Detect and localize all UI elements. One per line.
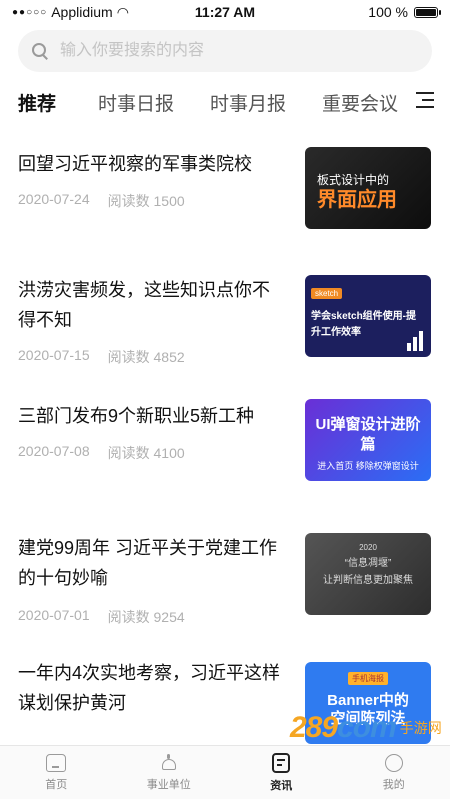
- article-meta: 2020-07-08 阅读数 4100: [18, 443, 185, 463]
- thumb-tag: sketch: [311, 288, 342, 299]
- article-thumbnail: 2020 “信息凋堰” 让判断信息更加聚焦: [305, 533, 431, 615]
- article-reads: 阅读数 4100: [108, 443, 185, 463]
- watermark-mark: 289com: [290, 711, 396, 745]
- thumb-line2: 让判断信息更加聚焦: [313, 571, 423, 586]
- article-title: 一年内4次实地考察，习近平这样谋划保护黄河: [18, 658, 280, 718]
- thumb-line2: 进入首页 移除权弹窗设计: [313, 459, 423, 472]
- tabbar-label: 我的: [383, 776, 405, 792]
- article-item[interactable]: 建党99周年 习近平关于党建工作的十句妙喻 2020-07-01 阅读数 925…: [0, 515, 450, 650]
- menu-line: [422, 99, 434, 101]
- bottom-tab-bar: 首页 事业单位 资讯 我的: [0, 745, 450, 799]
- tab-recommend[interactable]: 推荐: [18, 89, 56, 116]
- tabbar-item-news[interactable]: 资讯: [225, 746, 338, 799]
- carrier-group: ●●○○○ Applidium ◠: [12, 4, 129, 21]
- tabbar-label: 首页: [45, 776, 67, 792]
- battery-fill: [416, 9, 436, 16]
- profile-icon: [385, 754, 403, 772]
- tabbar-item-home[interactable]: 首页: [0, 746, 113, 799]
- search-input[interactable]: [58, 41, 402, 61]
- article-meta: 2020-07-15 阅读数 4852: [18, 347, 185, 367]
- watermark-logo: 289com 手游网: [290, 705, 445, 750]
- battery-icon: [414, 7, 438, 18]
- article-meta: 2020-07-24 阅读数 1500: [18, 191, 185, 211]
- tabbar-label: 资讯: [270, 777, 292, 793]
- thumb-line1: 板式设计中的: [317, 171, 423, 188]
- article-list: 回望习近平视察的军事类院校 2020-07-24 阅读数 1500 板式设计中的…: [0, 135, 450, 770]
- article-thumbnail: UI弹窗设计进阶篇 进入首页 移除权弹窗设计: [305, 399, 431, 481]
- battery-percent: 100 %: [368, 4, 408, 20]
- wifi-icon: ◠: [117, 4, 129, 21]
- tab-daily[interactable]: 时事日报: [98, 89, 174, 116]
- watermark-com: com: [337, 711, 396, 744]
- menu-line: [416, 92, 434, 94]
- thumb-line1: UI弹窗设计进阶篇: [313, 415, 423, 455]
- search-icon: [32, 43, 48, 59]
- article-date: 2020-07-24: [18, 191, 90, 211]
- tab-monthly[interactable]: 时事月报: [210, 89, 286, 116]
- article-thumbnail: 板式设计中的 界面应用: [305, 147, 431, 229]
- bar-graphic-icon: [407, 331, 423, 351]
- article-thumbnail: sketch 学会sketch组件使用-提升工作效率: [305, 275, 431, 357]
- article-date: 2020-07-01: [18, 607, 90, 627]
- watermark-number: 289: [290, 711, 337, 744]
- category-tabs: 推荐 时事日报 时事月报 重要会议: [0, 82, 450, 122]
- article-item[interactable]: 洪涝灾害频发，这些知识点你不得不知 2020-07-15 阅读数 4852 sk…: [0, 257, 450, 387]
- signal-dots-icon: ●●○○○: [12, 7, 47, 18]
- tab-menu-icon[interactable]: [416, 90, 434, 110]
- thumb-tag: 手机海报: [348, 672, 388, 685]
- thumb-line2: 界面应用: [317, 188, 423, 212]
- tabbar-label: 事业单位: [147, 776, 191, 792]
- article-item[interactable]: 三部门发布9个新职业5新工种 2020-07-08 阅读数 4100 UI弹窗设…: [0, 387, 450, 515]
- battery-group: 100 %: [368, 4, 438, 20]
- article-meta: 2020-07-01 阅读数 9254: [18, 607, 185, 627]
- article-title: 洪涝灾害频发，这些知识点你不得不知: [18, 275, 280, 335]
- tabbar-item-profile[interactable]: 我的: [338, 746, 450, 799]
- article-reads: 阅读数 4852: [108, 347, 185, 367]
- status-bar: ●●○○○ Applidium ◠ 11:27 AM 100 %: [0, 0, 450, 24]
- news-icon: [272, 753, 290, 773]
- thumb-line1: “信息凋堰”: [313, 554, 423, 569]
- article-title: 回望习近平视察的军事类院校: [18, 149, 280, 179]
- search-bar[interactable]: [18, 30, 432, 72]
- article-title: 建党99周年 习近平关于党建工作的十句妙喻: [18, 533, 280, 593]
- carrier-name: Applidium: [51, 4, 112, 20]
- article-date: 2020-07-08: [18, 443, 90, 463]
- article-title: 三部门发布9个新职业5新工种: [18, 401, 280, 431]
- watermark-site: 手游网: [400, 718, 442, 738]
- home-icon: [46, 754, 66, 772]
- article-date: 2020-07-15: [18, 347, 90, 367]
- building-icon: [159, 754, 179, 772]
- article-item[interactable]: 回望习近平视察的军事类院校 2020-07-24 阅读数 1500 板式设计中的…: [0, 135, 450, 257]
- thumb-year: 2020: [313, 543, 423, 552]
- menu-line: [416, 106, 434, 108]
- tab-meetings[interactable]: 重要会议: [322, 89, 398, 116]
- article-reads: 阅读数 9254: [108, 607, 185, 627]
- article-reads: 阅读数 1500: [108, 191, 185, 211]
- tabbar-item-units[interactable]: 事业单位: [113, 746, 226, 799]
